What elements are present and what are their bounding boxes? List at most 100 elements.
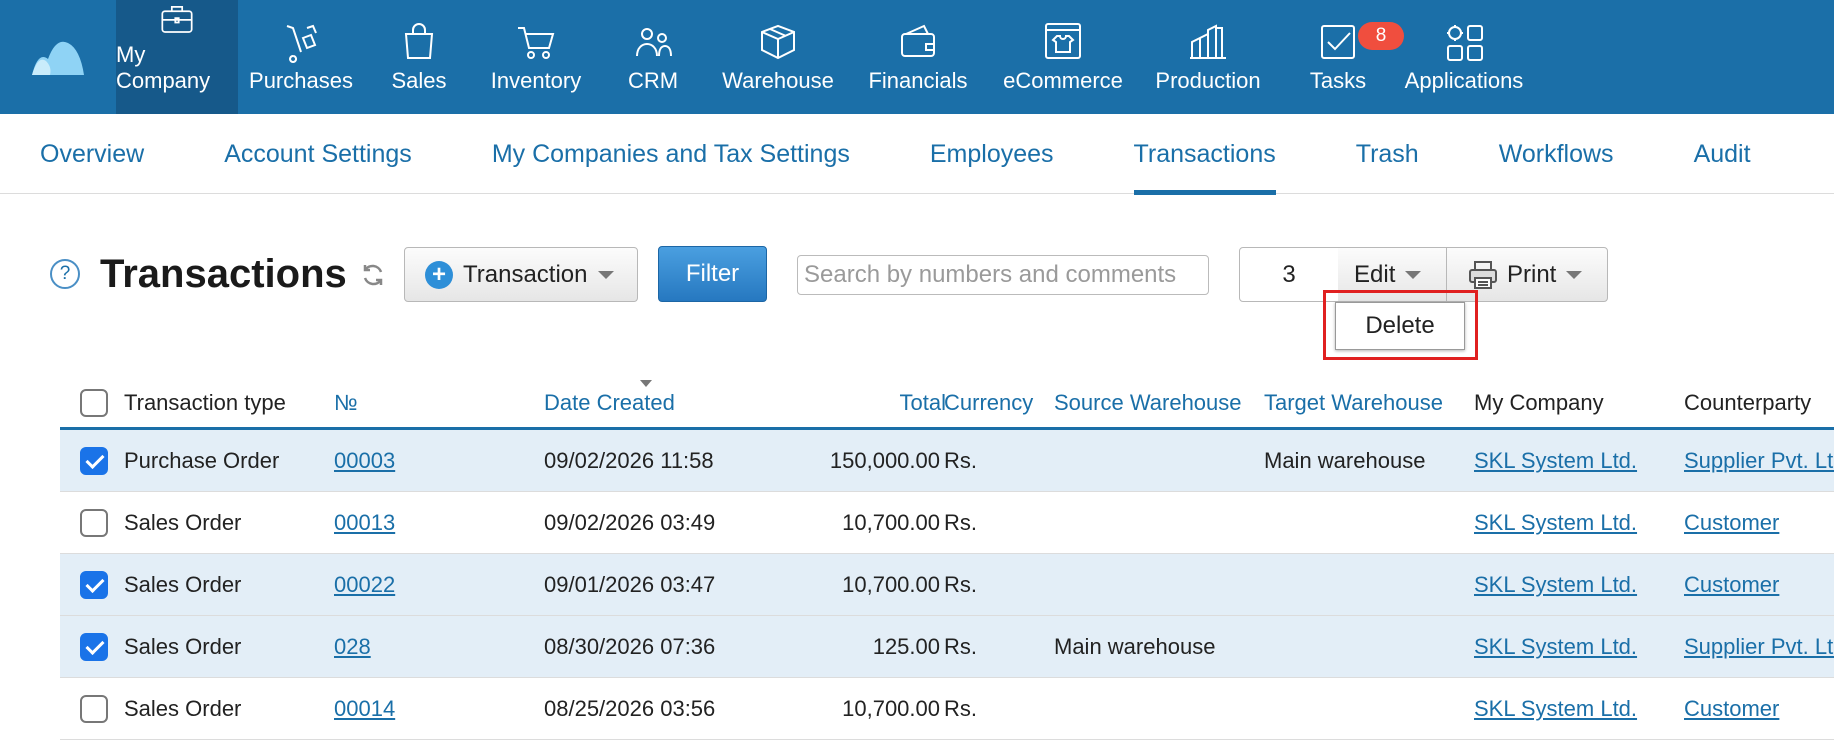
cell-counterparty[interactable]: Customer xyxy=(1684,572,1779,598)
refresh-icon[interactable] xyxy=(360,262,386,288)
cell-counterparty[interactable]: Supplier Pvt. Ltd. xyxy=(1684,634,1834,660)
nav-my-company[interactable]: My Company xyxy=(116,0,238,114)
row-checkbox[interactable] xyxy=(80,695,108,723)
cell-my-company[interactable]: SKL System Ltd. xyxy=(1474,696,1637,722)
filter-button[interactable]: Filter xyxy=(658,246,767,302)
cell-currency: Rs. xyxy=(944,634,977,659)
nav-warehouse[interactable]: Warehouse xyxy=(708,0,848,114)
cell-source-warehouse: Main warehouse xyxy=(1054,634,1216,659)
nav-label: CRM xyxy=(627,68,679,93)
nav-applications[interactable]: Applications xyxy=(1398,0,1530,114)
tab-account-settings[interactable]: Account Settings xyxy=(224,114,412,194)
box-icon xyxy=(761,24,795,60)
tab-my-companies-tax-settings[interactable]: My Companies and Tax Settings xyxy=(492,114,850,194)
cell-number[interactable]: 00003 xyxy=(334,448,395,474)
nav-inventory[interactable]: Inventory xyxy=(474,0,598,114)
cell-number[interactable]: 00022 xyxy=(334,572,395,598)
cell-target-warehouse: Main warehouse xyxy=(1264,448,1426,473)
cell-currency: Rs. xyxy=(944,510,977,535)
cell-currency: Rs. xyxy=(944,448,977,473)
print-label: Print xyxy=(1507,260,1557,288)
shopping-bag-icon xyxy=(404,23,434,59)
table-row[interactable]: Sales Order 00013 09/02/2026 03:49 10,700.0… xyxy=(60,492,1834,554)
header-source-warehouse[interactable]: Source Warehouse xyxy=(1054,390,1242,416)
nav-sales[interactable]: Sales xyxy=(364,0,474,114)
nav-purchases[interactable]: Purchases xyxy=(238,0,364,114)
cell-my-company[interactable]: SKL System Ltd. xyxy=(1474,572,1637,598)
cell-number[interactable]: 028 xyxy=(334,634,371,660)
tab-overview[interactable]: Overview xyxy=(40,114,144,194)
cell-counterparty[interactable]: Supplier Pvt. Ltd. xyxy=(1684,448,1834,474)
hand-truck-icon xyxy=(286,24,317,63)
help-icon[interactable]: ? xyxy=(50,259,80,289)
nav-tasks[interactable]: Tasks 8 xyxy=(1278,0,1404,114)
cell-my-company[interactable]: SKL System Ltd. xyxy=(1474,448,1637,474)
chevron-down-icon xyxy=(1566,270,1583,279)
edit-label: Edit xyxy=(1354,260,1396,288)
nav-label: Production xyxy=(1155,68,1261,93)
tab-employees[interactable]: Employees xyxy=(930,114,1054,194)
nav-label: Purchases xyxy=(249,68,353,93)
header-transaction-type[interactable]: Transaction type xyxy=(124,390,286,416)
nav-label: Sales xyxy=(391,68,447,93)
table-header: Transaction type № Date Created Total Cu… xyxy=(60,372,1834,430)
tab-audit[interactable]: Audit xyxy=(1694,114,1751,194)
cell-number[interactable]: 00013 xyxy=(334,510,395,536)
nav-production[interactable]: Production xyxy=(1138,0,1278,114)
row-checkbox[interactable] xyxy=(80,633,108,661)
logo-icon[interactable] xyxy=(0,0,116,114)
row-checkbox[interactable] xyxy=(80,447,108,475)
cell-total: 150,000.00 xyxy=(829,448,940,473)
nav-label: Applications xyxy=(1404,68,1524,93)
cell-my-company[interactable]: SKL System Ltd. xyxy=(1474,634,1637,660)
cell-transaction-type: Purchase Order xyxy=(124,448,280,473)
cell-currency: Rs. xyxy=(944,572,977,597)
row-checkbox[interactable] xyxy=(80,571,108,599)
apps-grid-icon xyxy=(1447,25,1483,61)
top-navigation: My Company Purchases Sales Inventory CRM… xyxy=(0,0,1834,114)
tab-workflows[interactable]: Workflows xyxy=(1499,114,1614,194)
cell-date-created: 08/25/2026 03:56 xyxy=(544,696,716,721)
header-total[interactable]: Total xyxy=(888,390,946,416)
table-row[interactable]: Sales Order 028 08/30/2026 07:36 125.00 Rs. M… xyxy=(60,616,1834,678)
people-icon xyxy=(636,28,672,57)
cell-my-company[interactable]: SKL System Ltd. xyxy=(1474,510,1637,536)
table-row[interactable]: Sales Order 00014 08/25/2026 03:56 10,700.0… xyxy=(60,678,1834,740)
row-checkbox[interactable] xyxy=(80,509,108,537)
header-counterparty[interactable]: Counterparty xyxy=(1684,390,1811,416)
cell-transaction-type: Sales Order xyxy=(124,696,242,721)
add-transaction-button[interactable]: + Transaction xyxy=(404,247,638,302)
cell-total: 125.00 xyxy=(872,634,940,659)
nav-financials[interactable]: Financials xyxy=(848,0,988,114)
factory-icon xyxy=(1190,24,1226,59)
header-my-company[interactable]: My Company xyxy=(1474,390,1604,416)
table-row[interactable]: Purchase Order 00003 09/02/2026 11:58 150,0… xyxy=(60,430,1834,492)
cell-date-created: 09/02/2026 03:49 xyxy=(544,510,716,535)
tab-transactions[interactable]: Transactions xyxy=(1133,114,1276,195)
cell-total: 10,700.00 xyxy=(842,510,940,535)
header-currency[interactable]: Currency xyxy=(944,390,1033,416)
table-row[interactable]: Sales Order 00022 09/01/2026 03:47 10,700.0… xyxy=(60,554,1834,616)
cell-transaction-type: Sales Order xyxy=(124,572,242,597)
delete-menu-item[interactable]: Delete xyxy=(1335,302,1465,350)
tab-trash[interactable]: Trash xyxy=(1356,114,1419,194)
header-target-warehouse[interactable]: Target Warehouse xyxy=(1264,390,1443,416)
checkbox-icon xyxy=(1321,25,1355,59)
header-number[interactable]: № xyxy=(334,390,358,416)
cell-total: 10,700.00 xyxy=(842,572,940,597)
search-input[interactable] xyxy=(797,255,1209,295)
storefront-icon xyxy=(1045,23,1081,59)
cell-counterparty[interactable]: Customer xyxy=(1684,696,1779,722)
header-date-created[interactable]: Date Created xyxy=(544,390,675,416)
cell-transaction-type: Sales Order xyxy=(124,510,242,535)
nav-ecommerce[interactable]: eCommerce xyxy=(988,0,1138,114)
nav-label: My Company xyxy=(116,42,211,93)
cell-counterparty[interactable]: Customer xyxy=(1684,510,1779,536)
nav-crm[interactable]: CRM xyxy=(598,0,708,114)
select-all-checkbox[interactable] xyxy=(80,389,108,417)
nav-label: Warehouse xyxy=(722,68,834,93)
nav-label: Tasks xyxy=(1309,68,1367,93)
nav-label: eCommerce xyxy=(1003,68,1123,93)
sub-navigation: Overview Account Settings My Companies a… xyxy=(0,114,1834,195)
cell-number[interactable]: 00014 xyxy=(334,696,395,722)
